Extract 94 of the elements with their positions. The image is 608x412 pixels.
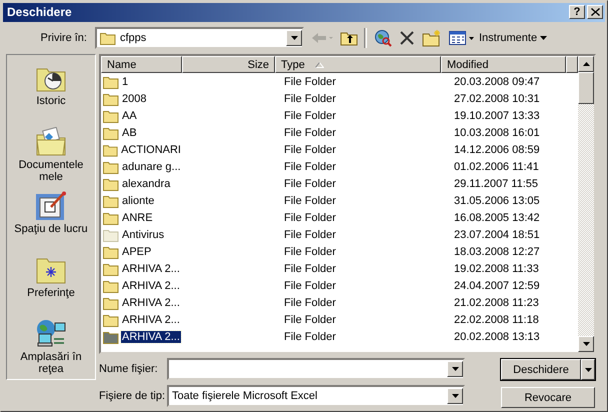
places-label: Amplasări în reţea	[19, 351, 83, 375]
file-name-label: Nume fişier:	[99, 363, 159, 375]
places-label: Istoric	[35, 95, 67, 107]
modified-date: 24.04.2007 12:59	[453, 280, 541, 292]
file-type: File Folder	[283, 246, 337, 258]
file-name[interactable]: ARHIVA 2...	[121, 296, 181, 308]
close-button[interactable]	[587, 5, 603, 20]
file-type: File Folder	[283, 314, 337, 326]
new-folder-icon[interactable]	[422, 30, 442, 47]
file-name[interactable]: 2008	[121, 92, 148, 104]
file-type: File Folder	[283, 194, 337, 206]
desktop-icon	[35, 191, 67, 221]
file-name[interactable]: ARHIVA 2...	[121, 314, 181, 326]
column-header[interactable]: Modified	[440, 56, 566, 73]
modified-date: 31.05.2006 13:05	[453, 194, 541, 206]
caret-icon[interactable]	[540, 36, 548, 40]
file-type-dropdown[interactable]: Toate fişierele Microsoft Excel	[167, 385, 465, 407]
tools-menu-button[interactable]: Instrumente	[477, 32, 550, 44]
modified-date: 20.03.2008 09:47	[453, 76, 541, 88]
modified-date: 23.07.2004 18:51	[453, 228, 541, 240]
modified-date: 01.02.2006 11:41	[453, 160, 540, 172]
file-type: File Folder	[283, 110, 337, 122]
file-type-value: Toate fişierele Microsoft Excel	[172, 390, 318, 402]
modified-date: 18.03.2008 12:27	[453, 246, 541, 258]
delete-icon[interactable]	[399, 30, 415, 46]
caret-icon[interactable]	[584, 368, 592, 372]
file-type: File Folder	[283, 280, 337, 292]
file-type: File Folder	[283, 178, 337, 190]
modified-date: 16.08.2005 13:42	[453, 212, 541, 224]
close-icon[interactable]	[590, 8, 600, 16]
folder-icon	[100, 31, 116, 46]
file-type: File Folder	[283, 228, 337, 240]
modified-date: 10.03.2008 16:01	[453, 126, 541, 138]
file-name[interactable]: AB	[121, 126, 138, 138]
file-name[interactable]: ARHIVA 2...	[121, 330, 181, 342]
column-header[interactable]: Name	[101, 56, 182, 73]
scroll-up-icon[interactable]	[578, 56, 594, 72]
file-type: File Folder	[283, 92, 337, 104]
network-computers-icon	[35, 319, 67, 349]
file-name[interactable]: ARHIVA 2...	[121, 280, 181, 292]
file-type: File Folder	[283, 160, 337, 172]
modified-date: 29.11.2007 11:55	[453, 178, 540, 190]
file-name[interactable]: ANRE	[121, 212, 154, 224]
look-in-dropdown[interactable]: cfpps	[95, 27, 304, 50]
file-type: File Folder	[283, 212, 337, 224]
file-name[interactable]: alexandra	[121, 178, 172, 190]
places-item[interactable]: Spaţiu de lucru	[8, 191, 94, 249]
places-label: Documentele mele	[18, 159, 84, 183]
file-type: File Folder	[283, 296, 337, 308]
globe-search-icon[interactable]	[374, 29, 392, 48]
modified-date: 19.10.2007 13:33	[453, 110, 541, 122]
modified-date: 20.02.2008 13:13	[453, 330, 541, 342]
views-icon[interactable]	[449, 30, 475, 46]
places-label: Spaţiu de lucru	[13, 223, 89, 235]
column-header[interactable]: Type	[275, 56, 441, 73]
dialog-button[interactable]: Revocare	[501, 387, 595, 408]
help-button[interactable]: ?	[569, 5, 585, 20]
file-type: File Folder	[283, 262, 337, 274]
file-name[interactable]: alionte	[121, 194, 156, 206]
modified-date: 22.02.2008 11:18	[453, 314, 540, 326]
file-type: File Folder	[283, 144, 337, 156]
file-name[interactable]: APEP	[121, 246, 152, 258]
scroll-thumb[interactable]	[578, 72, 594, 104]
file-name[interactable]: ACTIONARI	[120, 144, 182, 156]
places-label: Preferinţe	[26, 287, 76, 299]
file-name[interactable]: adunare g...	[121, 160, 182, 172]
places-item[interactable]: Amplasări în reţea	[8, 319, 94, 377]
file-name[interactable]: ARHIVA 2...	[121, 262, 181, 274]
scroll-down-icon[interactable]	[578, 336, 594, 352]
dialog-button[interactable]: Deschidere	[501, 359, 581, 380]
vertical-scrollbar[interactable]	[578, 56, 594, 352]
look-in-label: Privire în:	[40, 32, 88, 44]
modified-date: 21.02.2008 11:23	[453, 296, 540, 308]
split-arrow-button[interactable]	[581, 359, 595, 380]
places-item[interactable]: Preferinţe	[8, 255, 94, 313]
file-name[interactable]: AA	[121, 110, 138, 122]
window-title: Deschidere	[7, 5, 73, 20]
documents-folder-icon	[35, 127, 67, 157]
file-name[interactable]: 1	[121, 76, 130, 88]
column-header[interactable]: Size	[182, 56, 276, 73]
file-name[interactable]: Antivirus	[121, 228, 166, 240]
modified-date: 14.12.2006 08:59	[453, 144, 541, 156]
look-in-value: cfpps	[120, 32, 148, 44]
file-type-label: Fişiere de tip:	[99, 390, 166, 402]
file-type: File Folder	[283, 126, 337, 138]
file-name-field[interactable]	[167, 358, 465, 380]
sort-arrow-icon	[314, 62, 324, 68]
file-type: File Folder	[283, 330, 337, 342]
up-folder-icon[interactable]	[340, 30, 358, 46]
modified-date: 19.02.2008 11:33	[453, 262, 540, 274]
places-item[interactable]: Documentele mele	[8, 127, 94, 185]
modified-date: 27.02.2008 10:31	[453, 92, 541, 104]
file-type: File Folder	[283, 76, 337, 88]
places-item[interactable]: Istoric	[8, 63, 94, 121]
